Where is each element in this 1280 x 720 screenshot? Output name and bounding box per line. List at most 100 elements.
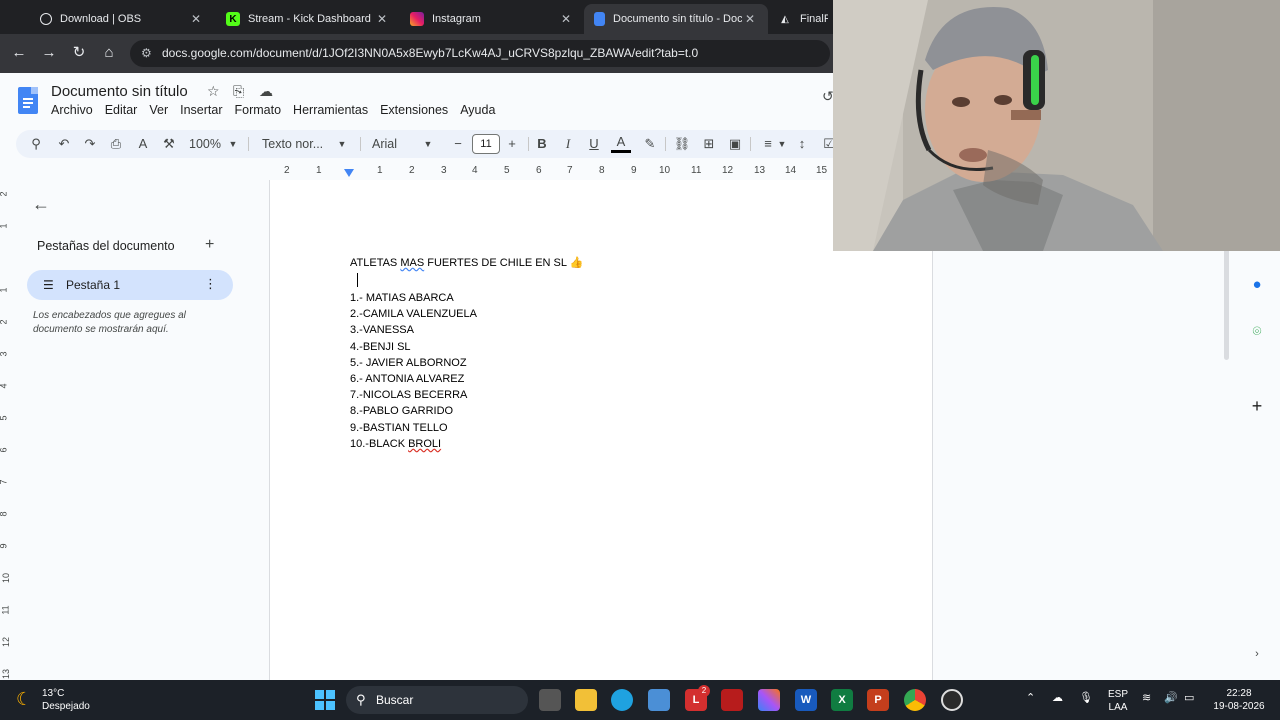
add-icon[interactable]: + xyxy=(1249,396,1265,417)
store-icon[interactable] xyxy=(648,689,670,711)
close-icon[interactable]: ✕ xyxy=(558,12,574,26)
url-input[interactable]: ⚙ docs.google.com/document/d/1JOf2I3NN0A… xyxy=(130,40,830,67)
start-button[interactable] xyxy=(315,690,335,710)
microphone-icon[interactable]: 🎙 xyxy=(1079,692,1093,705)
onedrive-icon[interactable]: ☁ xyxy=(1052,692,1063,705)
underline-icon[interactable]: U xyxy=(584,134,604,154)
volume-icon[interactable]: 🔊 xyxy=(1164,692,1178,705)
docs-icon xyxy=(594,12,605,26)
back-arrow-icon[interactable]: ← xyxy=(32,194,50,215)
word-icon[interactable]: W xyxy=(795,689,817,711)
increase-font-size-icon[interactable]: + xyxy=(503,134,521,154)
home-icon[interactable]: ⌂ xyxy=(98,42,120,64)
document-page[interactable]: ATLETAS MAS FUERTES DE CHILE EN SL 👍 1.-… xyxy=(269,180,933,680)
vertical-ruler[interactable]: 2 1 1 2 3 4 5 6 7 8 9 10 11 12 13 xyxy=(0,179,12,680)
decrease-font-size-icon[interactable]: − xyxy=(449,134,467,154)
taskbar-search[interactable]: ⚲ Buscar xyxy=(346,686,528,714)
excel-icon[interactable]: X xyxy=(831,689,853,711)
file-explorer-icon[interactable] xyxy=(575,689,597,711)
reload-icon[interactable]: ↻ xyxy=(68,42,90,64)
menu-archivo[interactable]: Archivo xyxy=(51,103,93,117)
document-title[interactable]: Documento sin título xyxy=(51,83,188,100)
menu-formato[interactable]: Formato xyxy=(235,103,282,117)
tab-title: Instagram xyxy=(432,13,481,25)
weather-moon-icon[interactable]: ☾ xyxy=(16,689,32,710)
cloud-status-icon[interactable]: ☁ xyxy=(259,83,273,100)
zoom-select[interactable]: 100% xyxy=(189,134,229,154)
browser-tab-instagram[interactable]: Instagram ✕ xyxy=(400,4,584,34)
spellcheck-icon[interactable]: A xyxy=(133,134,153,154)
more-options-icon[interactable]: ⋮ xyxy=(204,276,217,292)
browser-tab-obs[interactable]: Download | OBS ✕ xyxy=(30,4,214,34)
text-color-icon[interactable]: A xyxy=(611,134,631,153)
chrome-icon[interactable] xyxy=(904,689,926,711)
align-left-icon[interactable]: ≡ xyxy=(758,134,778,154)
add-tab-button[interactable]: + xyxy=(205,236,214,254)
back-arrow-icon[interactable]: ← xyxy=(8,42,30,64)
browser-tab-finalrep[interactable]: ◭ FinalRep xyxy=(768,4,838,34)
menu-editar[interactable]: Editar xyxy=(105,103,138,117)
highlight-icon[interactable]: ✎ xyxy=(640,134,660,154)
copilot-icon[interactable] xyxy=(758,689,780,711)
style-select[interactable]: Texto nor... xyxy=(262,134,332,154)
star-icon[interactable]: ☆ xyxy=(207,83,220,100)
ruler-tick: 6 xyxy=(0,447,9,452)
edge-icon[interactable] xyxy=(611,689,633,711)
menu-extensiones[interactable]: Extensiones xyxy=(380,103,448,117)
contacts-icon[interactable]: ● xyxy=(1249,276,1265,293)
powerpoint-icon[interactable]: P xyxy=(867,689,889,711)
athletes-list[interactable]: 1.- MATIAS ABARCA 2.-CAMILA VALENZUELA 3… xyxy=(350,290,477,452)
weather-widget[interactable]: 13°C Despejado xyxy=(42,687,90,713)
task-view-icon[interactable] xyxy=(539,689,561,711)
chevron-down-icon[interactable]: ▼ xyxy=(227,134,239,154)
link-icon[interactable]: ⛓ xyxy=(672,134,692,154)
search-icon[interactable]: ⚲ xyxy=(26,134,46,154)
document-heading[interactable]: ATLETAS MAS FUERTES DE CHILE EN SL 👍 xyxy=(350,256,583,269)
menu-insertar[interactable]: Insertar xyxy=(180,103,222,117)
move-folder-icon[interactable]: ⎘ xyxy=(233,83,244,100)
print-icon[interactable]: ⎙ xyxy=(106,134,126,154)
menu-herramientas[interactable]: Herramientas xyxy=(293,103,368,117)
browser-tab-kick[interactable]: K Stream - Kick Dashboard ✕ xyxy=(216,4,400,34)
chevron-down-icon[interactable]: ▼ xyxy=(776,134,788,154)
language-indicator[interactable]: ESP LAA xyxy=(1108,688,1128,714)
horizontal-ruler[interactable]: 2 1 1 2 3 4 5 6 7 8 9 10 11 12 13 14 15 xyxy=(270,165,833,179)
docs-logo-icon[interactable] xyxy=(18,87,38,114)
italic-icon[interactable]: I xyxy=(558,134,578,154)
document-tab-item[interactable]: ☰ Pestaña 1 ⋮ xyxy=(27,270,233,300)
browser-tab-docs[interactable]: Documento sin título - Docu ✕ xyxy=(584,4,768,34)
obs-icon[interactable] xyxy=(941,689,963,711)
wifi-icon[interactable]: ≋ xyxy=(1142,692,1151,705)
paint-format-icon[interactable]: ⚒ xyxy=(159,134,179,154)
bold-icon[interactable]: B xyxy=(532,134,552,154)
site-info-icon[interactable]: ⚙ xyxy=(141,40,152,67)
chevron-up-icon[interactable]: ⌃ xyxy=(1026,692,1035,705)
list-item: 2.-CAMILA VALENZUELA xyxy=(350,308,477,321)
chevron-right-icon[interactable]: › xyxy=(1249,648,1265,660)
close-icon[interactable]: ✕ xyxy=(374,12,390,26)
menu-ver[interactable]: Ver xyxy=(149,103,168,117)
forward-arrow-icon[interactable]: → xyxy=(38,42,60,64)
battery-icon[interactable]: ▭ xyxy=(1184,692,1194,705)
ruler-tick: 15 xyxy=(816,165,828,176)
add-comment-icon[interactable]: ⊞ xyxy=(699,134,719,154)
misspelled-word[interactable]: BROLI xyxy=(408,438,441,450)
ruler-tick: 11 xyxy=(0,605,11,615)
close-icon[interactable]: ✕ xyxy=(188,12,204,26)
history-icon[interactable]: ↺ xyxy=(822,88,834,105)
line-spacing-icon[interactable]: ↕ xyxy=(792,134,812,154)
indent-marker-icon[interactable] xyxy=(344,169,354,177)
maps-icon[interactable]: ⌾ xyxy=(1249,323,1265,340)
shield-app-icon[interactable] xyxy=(721,689,743,711)
undo-icon[interactable]: ↶ xyxy=(54,134,74,154)
ruler-tick: 7 xyxy=(567,165,573,176)
insert-image-icon[interactable]: ▣ xyxy=(725,134,745,154)
font-size-input[interactable]: 11 xyxy=(472,134,500,154)
menu-ayuda[interactable]: Ayuda xyxy=(460,103,495,117)
chevron-down-icon[interactable]: ▼ xyxy=(336,134,348,154)
redo-icon[interactable]: ↷ xyxy=(80,134,100,154)
close-icon[interactable]: ✕ xyxy=(742,12,758,26)
font-select[interactable]: Arial xyxy=(372,134,422,154)
chevron-down-icon[interactable]: ▼ xyxy=(422,134,434,154)
clock[interactable]: 22:28 19-08-2026 xyxy=(1210,687,1268,713)
